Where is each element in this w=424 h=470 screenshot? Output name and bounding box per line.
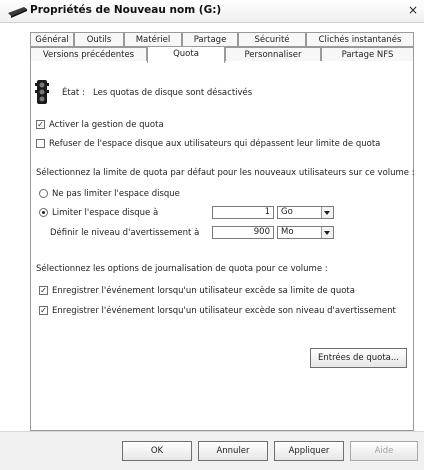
- default-limit-heading: Sélectionnez la limite de quota par défa…: [36, 168, 415, 178]
- logging-heading: Sélectionnez les options de journalisati…: [36, 264, 328, 274]
- warning-level-label: Définir le niveau d'avertissement à: [50, 228, 200, 238]
- tab-shadow-copies[interactable]: Clichés instantanés: [306, 32, 414, 46]
- deny-space-label: Refuser de l'espace disque aux utilisate…: [49, 139, 381, 149]
- tab-security[interactable]: Sécurité: [238, 32, 306, 46]
- enable-quota-label: Activer la gestion de quota: [49, 120, 164, 130]
- tab-quota[interactable]: Quota: [147, 46, 225, 63]
- enable-quota-checkbox[interactable]: ✓: [36, 120, 45, 129]
- quota-entries-button[interactable]: Entrées de quota...: [310, 348, 407, 368]
- status-label: État :: [62, 88, 85, 98]
- title-bar: Propriétés de Nouveau nom (G:) ×: [0, 0, 424, 23]
- tab-row-2: Versions précédentes Quota Personnaliser…: [0, 46, 424, 63]
- properties-dialog: Propriétés de Nouveau nom (G:) × Général…: [0, 0, 424, 470]
- traffic-light-icon: [35, 80, 49, 104]
- warning-unit-select[interactable]: Mo: [277, 226, 334, 239]
- cancel-button[interactable]: Annuler: [198, 441, 268, 461]
- deny-space-checkbox[interactable]: [36, 139, 45, 148]
- limit-unit-select[interactable]: Go: [277, 206, 334, 219]
- tab-tools[interactable]: Outils: [74, 32, 124, 46]
- tab-row-1: Général Outils Matériel Partage Sécurité…: [0, 32, 424, 47]
- limit-value-field[interactable]: 1: [212, 206, 274, 219]
- chevron-down-icon[interactable]: [321, 227, 333, 238]
- tab-hardware[interactable]: Matériel: [124, 32, 182, 46]
- tab-general[interactable]: Général: [30, 32, 74, 46]
- limit-disk-label: Limiter l'espace disque à: [52, 208, 159, 218]
- no-limit-radio[interactable]: [39, 189, 48, 198]
- apply-button[interactable]: Appliquer: [274, 441, 344, 461]
- dialog-button-bar: OK Annuler Appliquer Aide: [0, 431, 424, 470]
- log-limit-label: Enregistrer l'événement lorsqu'un utilis…: [52, 286, 355, 296]
- log-limit-checkbox[interactable]: ✓: [39, 286, 48, 295]
- window-title: Propriétés de Nouveau nom (G:): [30, 4, 222, 16]
- no-limit-label: Ne pas limiter l'espace disque: [52, 189, 180, 199]
- close-icon[interactable]: ×: [406, 3, 420, 17]
- ok-button[interactable]: OK: [122, 441, 192, 461]
- tab-customize[interactable]: Personnaliser: [225, 47, 321, 61]
- tab-nfs-sharing[interactable]: Partage NFS: [321, 47, 414, 61]
- help-button[interactable]: Aide: [350, 441, 418, 461]
- tab-sharing[interactable]: Partage: [182, 32, 238, 46]
- limit-disk-radio[interactable]: [39, 208, 48, 217]
- tab-previous-versions[interactable]: Versions précédentes: [30, 47, 147, 61]
- log-warning-checkbox[interactable]: ✓: [39, 306, 48, 315]
- log-warning-label: Enregistrer l'événement lorsqu'un utilis…: [52, 306, 396, 316]
- drive-icon: [8, 7, 27, 18]
- warning-value-field[interactable]: 900: [212, 226, 274, 239]
- chevron-down-icon[interactable]: [321, 207, 333, 218]
- warning-unit-value: Mo: [281, 227, 294, 237]
- quota-panel: État : Les quotas de disque sont désacti…: [30, 61, 415, 431]
- limit-unit-value: Go: [281, 207, 293, 217]
- status-text: Les quotas de disque sont désactivés: [93, 88, 253, 98]
